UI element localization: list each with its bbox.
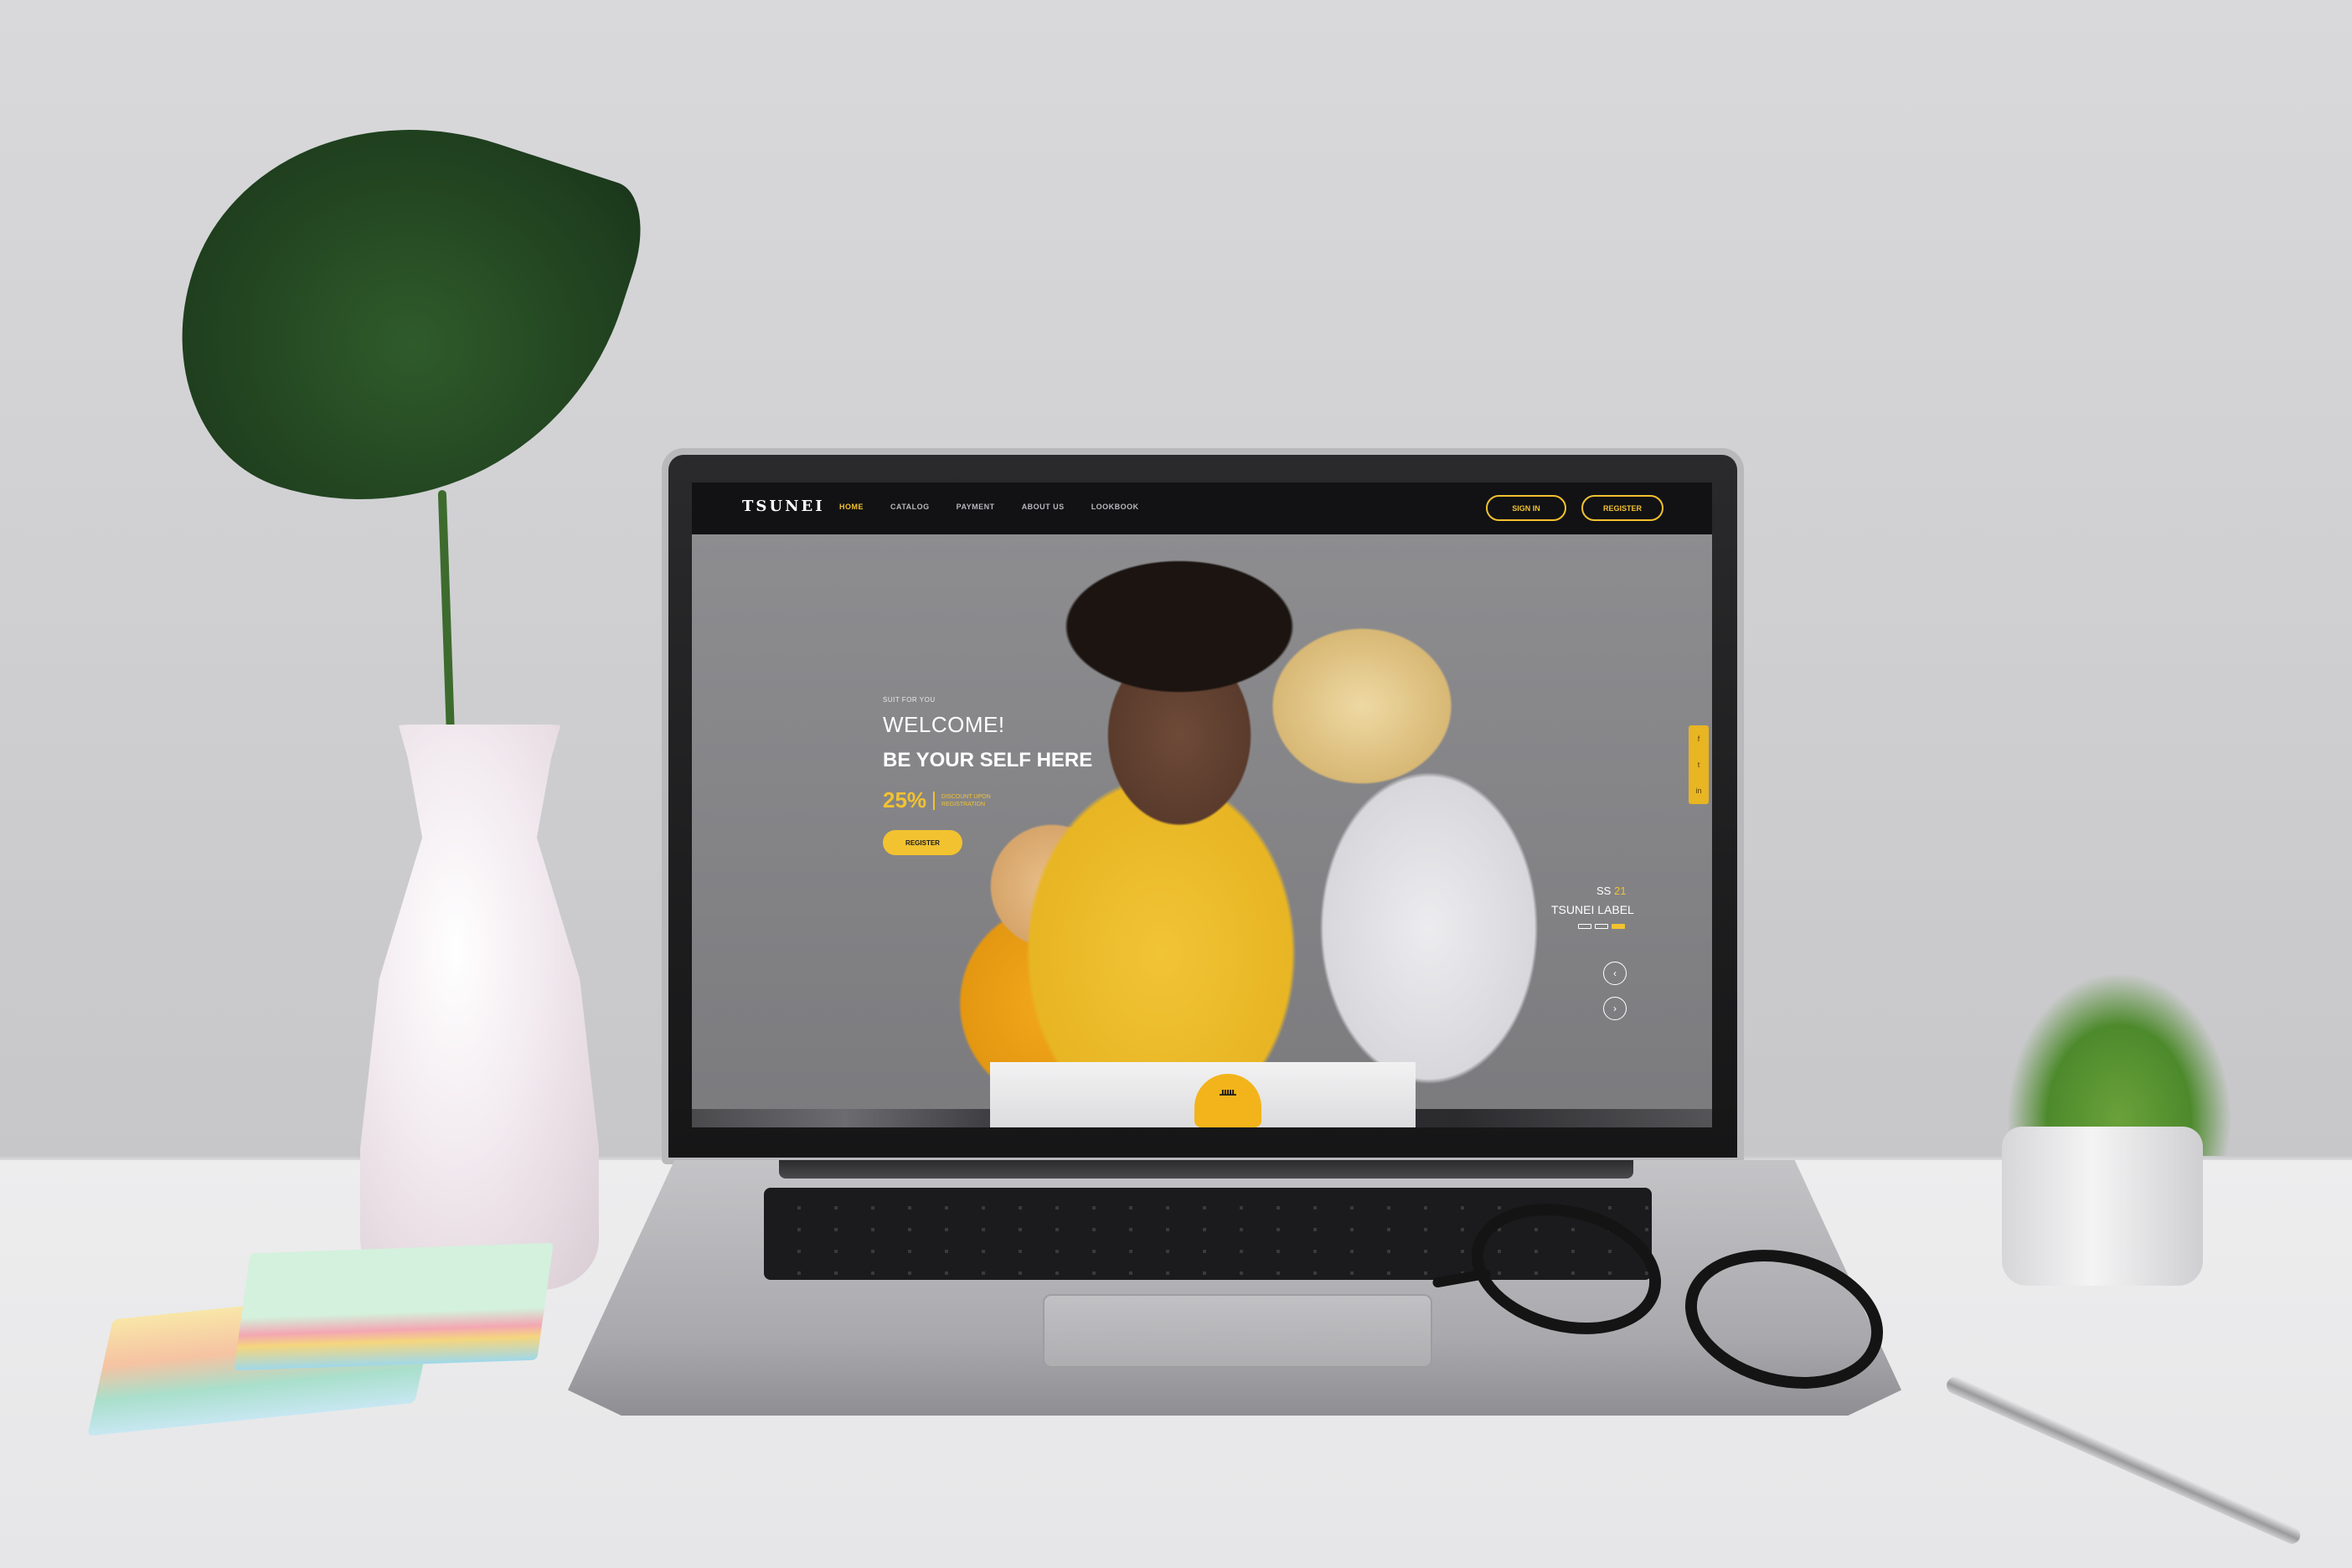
product-logo-icon: ᚊ [1220,1087,1236,1101]
twitter-icon[interactable]: t [1698,761,1700,769]
plant-pot [2002,1127,2203,1286]
hero-kicker: SUIT FOR YOU [883,696,936,704]
discount-block: 25% DISCOUNT UPON REGISTRATION [883,787,1017,813]
facebook-icon[interactable]: f [1698,735,1700,743]
nav-item-home[interactable]: HOME [839,503,864,511]
slide-dot-3[interactable] [1612,924,1625,929]
nav-item-catalog[interactable]: CATALOG [890,503,930,511]
slide-prev-arrow-icon[interactable]: ‹ [1603,962,1627,985]
nav-item-payment[interactable]: PAYMENT [957,503,995,511]
laptop-trackpad [1043,1294,1432,1368]
discount-divider [933,791,936,810]
slide-dot-2[interactable] [1595,924,1608,929]
register-button-nav[interactable]: REGISTER [1581,495,1663,521]
social-links-bar: f t in [1689,725,1709,804]
hero-register-button[interactable]: REGISTER [883,830,962,855]
discount-value: 25% [883,787,927,812]
slide-dots [1578,924,1625,929]
slide-season: SS 21 [1596,885,1626,897]
slide-label: TSUNEI LABEL [1551,903,1634,916]
slide-dot-1[interactable] [1578,924,1591,929]
hero-title-welcome: WELCOME! [883,712,1005,737]
season-prefix: SS [1596,885,1612,897]
season-number: 21 [1613,885,1627,897]
nav-item-about-us[interactable]: ABOUT US [1022,503,1065,511]
site-navbar: TSUNEI HOME CATALOG PAYMENT ABOUT US LOO… [692,482,1712,534]
nav-item-lookbook[interactable]: LOOKBOOK [1091,503,1139,511]
laptop-screen: TSUNEI HOME CATALOG PAYMENT ABOUT US LOO… [692,482,1712,1127]
slide-next-arrow-icon[interactable]: › [1603,997,1627,1020]
brand-logo[interactable]: TSUNEI [742,498,825,515]
main-menu: HOME CATALOG PAYMENT ABOUT US LOOKBOOK [839,503,1166,511]
sticky-notes-top [234,1242,554,1371]
hero-title-tagline: BE YOUR SELF HERE [883,749,1093,771]
linkedin-icon[interactable]: in [1695,787,1701,795]
sign-in-button[interactable]: SIGN IN [1486,495,1566,521]
discount-text: DISCOUNT UPON REGISTRATION [941,793,991,807]
hero-banner: SUIT FOR YOU WELCOME! BE YOUR SELF HERE … [692,534,1712,1127]
laptop-hinge [779,1160,1633,1179]
